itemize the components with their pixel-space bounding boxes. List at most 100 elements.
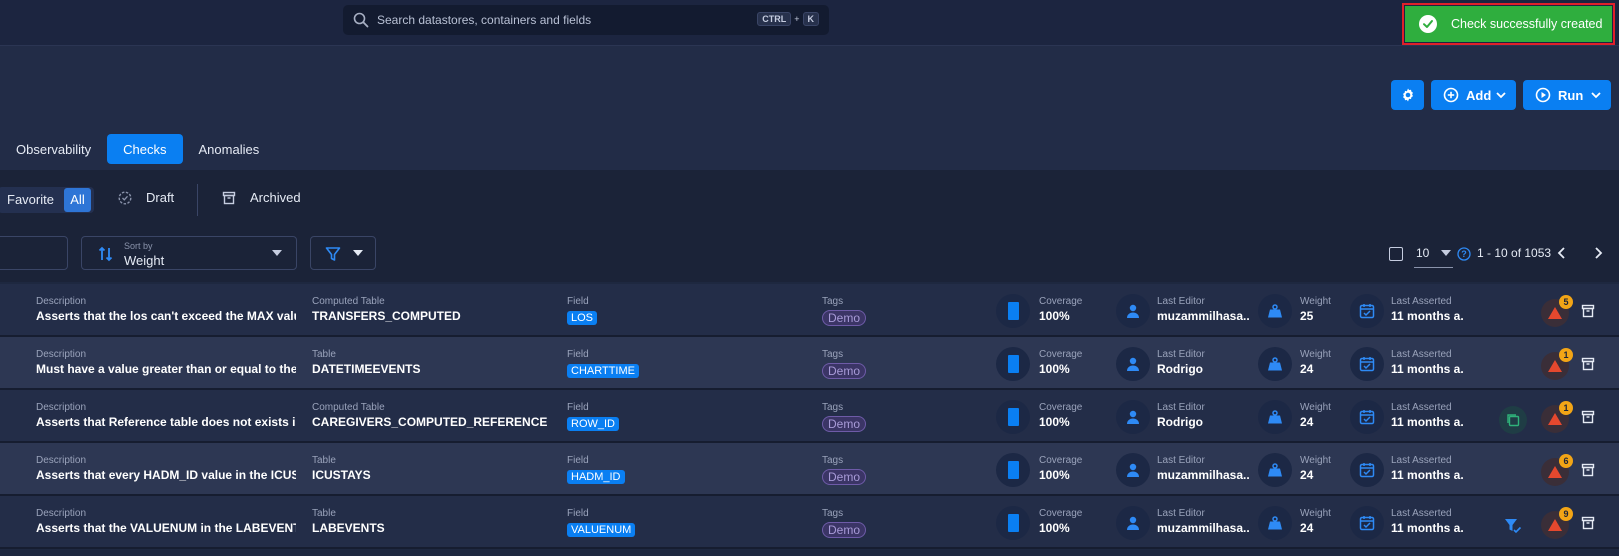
archive-icon[interactable] <box>1581 304 1595 318</box>
field-chip[interactable]: CHARTTIME <box>567 364 639 378</box>
kbd-k: K <box>802 12 819 26</box>
per-page-value: 10 <box>1416 246 1430 260</box>
field-key: Field <box>567 349 589 360</box>
add-button[interactable]: Add <box>1431 80 1516 110</box>
tag-chip[interactable]: Demo <box>822 522 867 538</box>
search-input[interactable] <box>377 13 737 27</box>
editor-key: Last Editor <box>1157 349 1205 360</box>
archived-filter[interactable]: Archived <box>222 190 301 205</box>
description-value: Asserts that the VALUENUM in the LABEVEN… <box>36 521 296 535</box>
archive-icon[interactable] <box>1581 516 1595 530</box>
anomaly-indicator[interactable]: 5 <box>1541 295 1573 327</box>
tag-chip[interactable]: Demo <box>822 416 867 432</box>
coverage-icon <box>996 453 1030 487</box>
field-key: Field <box>567 296 589 307</box>
check-row[interactable]: Description Asserts that the los can't e… <box>0 284 1619 337</box>
check-row[interactable]: Description Asserts that Reference table… <box>0 390 1619 443</box>
field-chip[interactable]: ROW_ID <box>567 417 619 431</box>
calendar-check-icon <box>1350 347 1384 381</box>
field-chip[interactable]: LOS <box>567 311 598 325</box>
search-checks-input[interactable] <box>0 236 68 270</box>
caret-down-icon <box>1441 250 1451 256</box>
asserted-value: 11 months a... <box>1391 415 1463 429</box>
description-value: Asserts that the los can't exceed the MA… <box>36 309 296 323</box>
sort-by-select[interactable]: Sort by Weight <box>81 236 297 270</box>
weight-cell: Weight 24 <box>1300 401 1331 430</box>
help-icon[interactable]: ? <box>1457 247 1471 261</box>
coverage-value: 100% <box>1039 362 1070 376</box>
archive-icon[interactable] <box>1581 463 1595 477</box>
tags-cell: Tags Demo <box>822 507 867 539</box>
table-value: CAREGIVERS_COMPUTED_REFERENCE <box>312 415 548 429</box>
anomaly-count-badge: 5 <box>1559 295 1573 309</box>
sort-caption: Sort by <box>124 241 153 251</box>
chevron-left-icon[interactable] <box>1556 246 1568 260</box>
coverage-value: 100% <box>1039 521 1070 535</box>
per-page-select[interactable]: 10 <box>1414 244 1453 268</box>
user-icon <box>1116 294 1150 328</box>
archive-icon[interactable] <box>1581 410 1595 424</box>
all-filter[interactable]: All <box>64 188 91 212</box>
chevron-down-icon <box>1591 92 1601 99</box>
tab-checks[interactable]: Checks <box>107 134 183 164</box>
run-button[interactable]: Run <box>1523 80 1611 110</box>
weight-icon <box>1258 400 1292 434</box>
filter-button[interactable] <box>310 236 376 270</box>
archived-label: Archived <box>250 190 301 205</box>
weight-icon <box>1258 294 1292 328</box>
user-icon <box>1116 453 1150 487</box>
table-cell: Table LABEVENTS <box>312 507 552 536</box>
weight-cell: Weight 24 <box>1300 454 1331 483</box>
archive-icon[interactable] <box>1581 357 1595 371</box>
description-key: Description <box>36 296 87 307</box>
user-icon <box>1116 400 1150 434</box>
description-cell: Description Asserts that the los can't e… <box>36 295 296 324</box>
check-row[interactable]: Description Must have a value greater th… <box>0 337 1619 390</box>
weight-value: 24 <box>1300 415 1314 429</box>
tag-chip[interactable]: Demo <box>822 363 867 379</box>
filter-check-icon[interactable] <box>1499 512 1527 540</box>
tab-anomalies[interactable]: Anomalies <box>183 134 276 164</box>
tab-observability[interactable]: Observability <box>0 134 107 164</box>
check-row[interactable]: Description Asserts that the VALUENUM in… <box>0 496 1619 549</box>
chevron-right-icon[interactable] <box>1592 246 1604 260</box>
success-toast[interactable]: Check successfully created <box>1405 6 1612 42</box>
editor-cell: Last Editor muzammilhasa... <box>1157 454 1249 483</box>
editor-value: Rodrigo <box>1157 415 1203 429</box>
draft-filter[interactable]: Draft <box>118 190 174 205</box>
anomaly-indicator[interactable]: 9 <box>1541 507 1573 539</box>
kbd-plus: + <box>794 14 800 24</box>
anomaly-indicator[interactable]: 1 <box>1541 401 1573 433</box>
select-all-checkbox[interactable] <box>1389 247 1403 261</box>
tag-chip[interactable]: Demo <box>822 310 867 326</box>
asserted-value: 11 months a... <box>1391 468 1463 482</box>
weight-value: 24 <box>1300 468 1314 482</box>
settings-button[interactable] <box>1391 80 1424 110</box>
anomaly-count-badge: 1 <box>1559 348 1573 362</box>
copy-icon[interactable] <box>1499 406 1527 434</box>
table-value: ICUSTAYS <box>312 468 371 482</box>
table-key: Table <box>312 455 336 466</box>
editor-key: Last Editor <box>1157 508 1205 519</box>
draft-label: Draft <box>146 190 175 205</box>
description-cell: Description Asserts that every HADM_ID v… <box>36 454 296 483</box>
tags-cell: Tags Demo <box>822 295 867 327</box>
caret-down-icon <box>272 250 282 256</box>
asserted-cell: Last Asserted 11 months a... <box>1391 507 1463 536</box>
description-key: Description <box>36 508 87 519</box>
weight-key: Weight <box>1300 508 1331 519</box>
calendar-check-icon <box>1350 400 1384 434</box>
asserted-cell: Last Asserted 11 months a... <box>1391 401 1463 430</box>
asserted-cell: Last Asserted 11 months a... <box>1391 295 1463 324</box>
tag-chip[interactable]: Demo <box>822 469 867 485</box>
field-chip[interactable]: HADM_ID <box>567 470 625 484</box>
field-chip[interactable]: VALUENUM <box>567 523 636 537</box>
chevron-down-icon <box>1496 92 1506 99</box>
anomaly-indicator[interactable]: 6 <box>1541 454 1573 486</box>
favorite-filter[interactable]: Favorite <box>7 192 54 207</box>
anomaly-indicator[interactable]: 1 <box>1541 348 1573 380</box>
check-row[interactable]: Description Asserts that every HADM_ID v… <box>0 443 1619 496</box>
global-search[interactable]: CTRL + K <box>343 5 829 35</box>
weight-icon <box>1258 347 1292 381</box>
tags-key: Tags <box>822 349 844 360</box>
